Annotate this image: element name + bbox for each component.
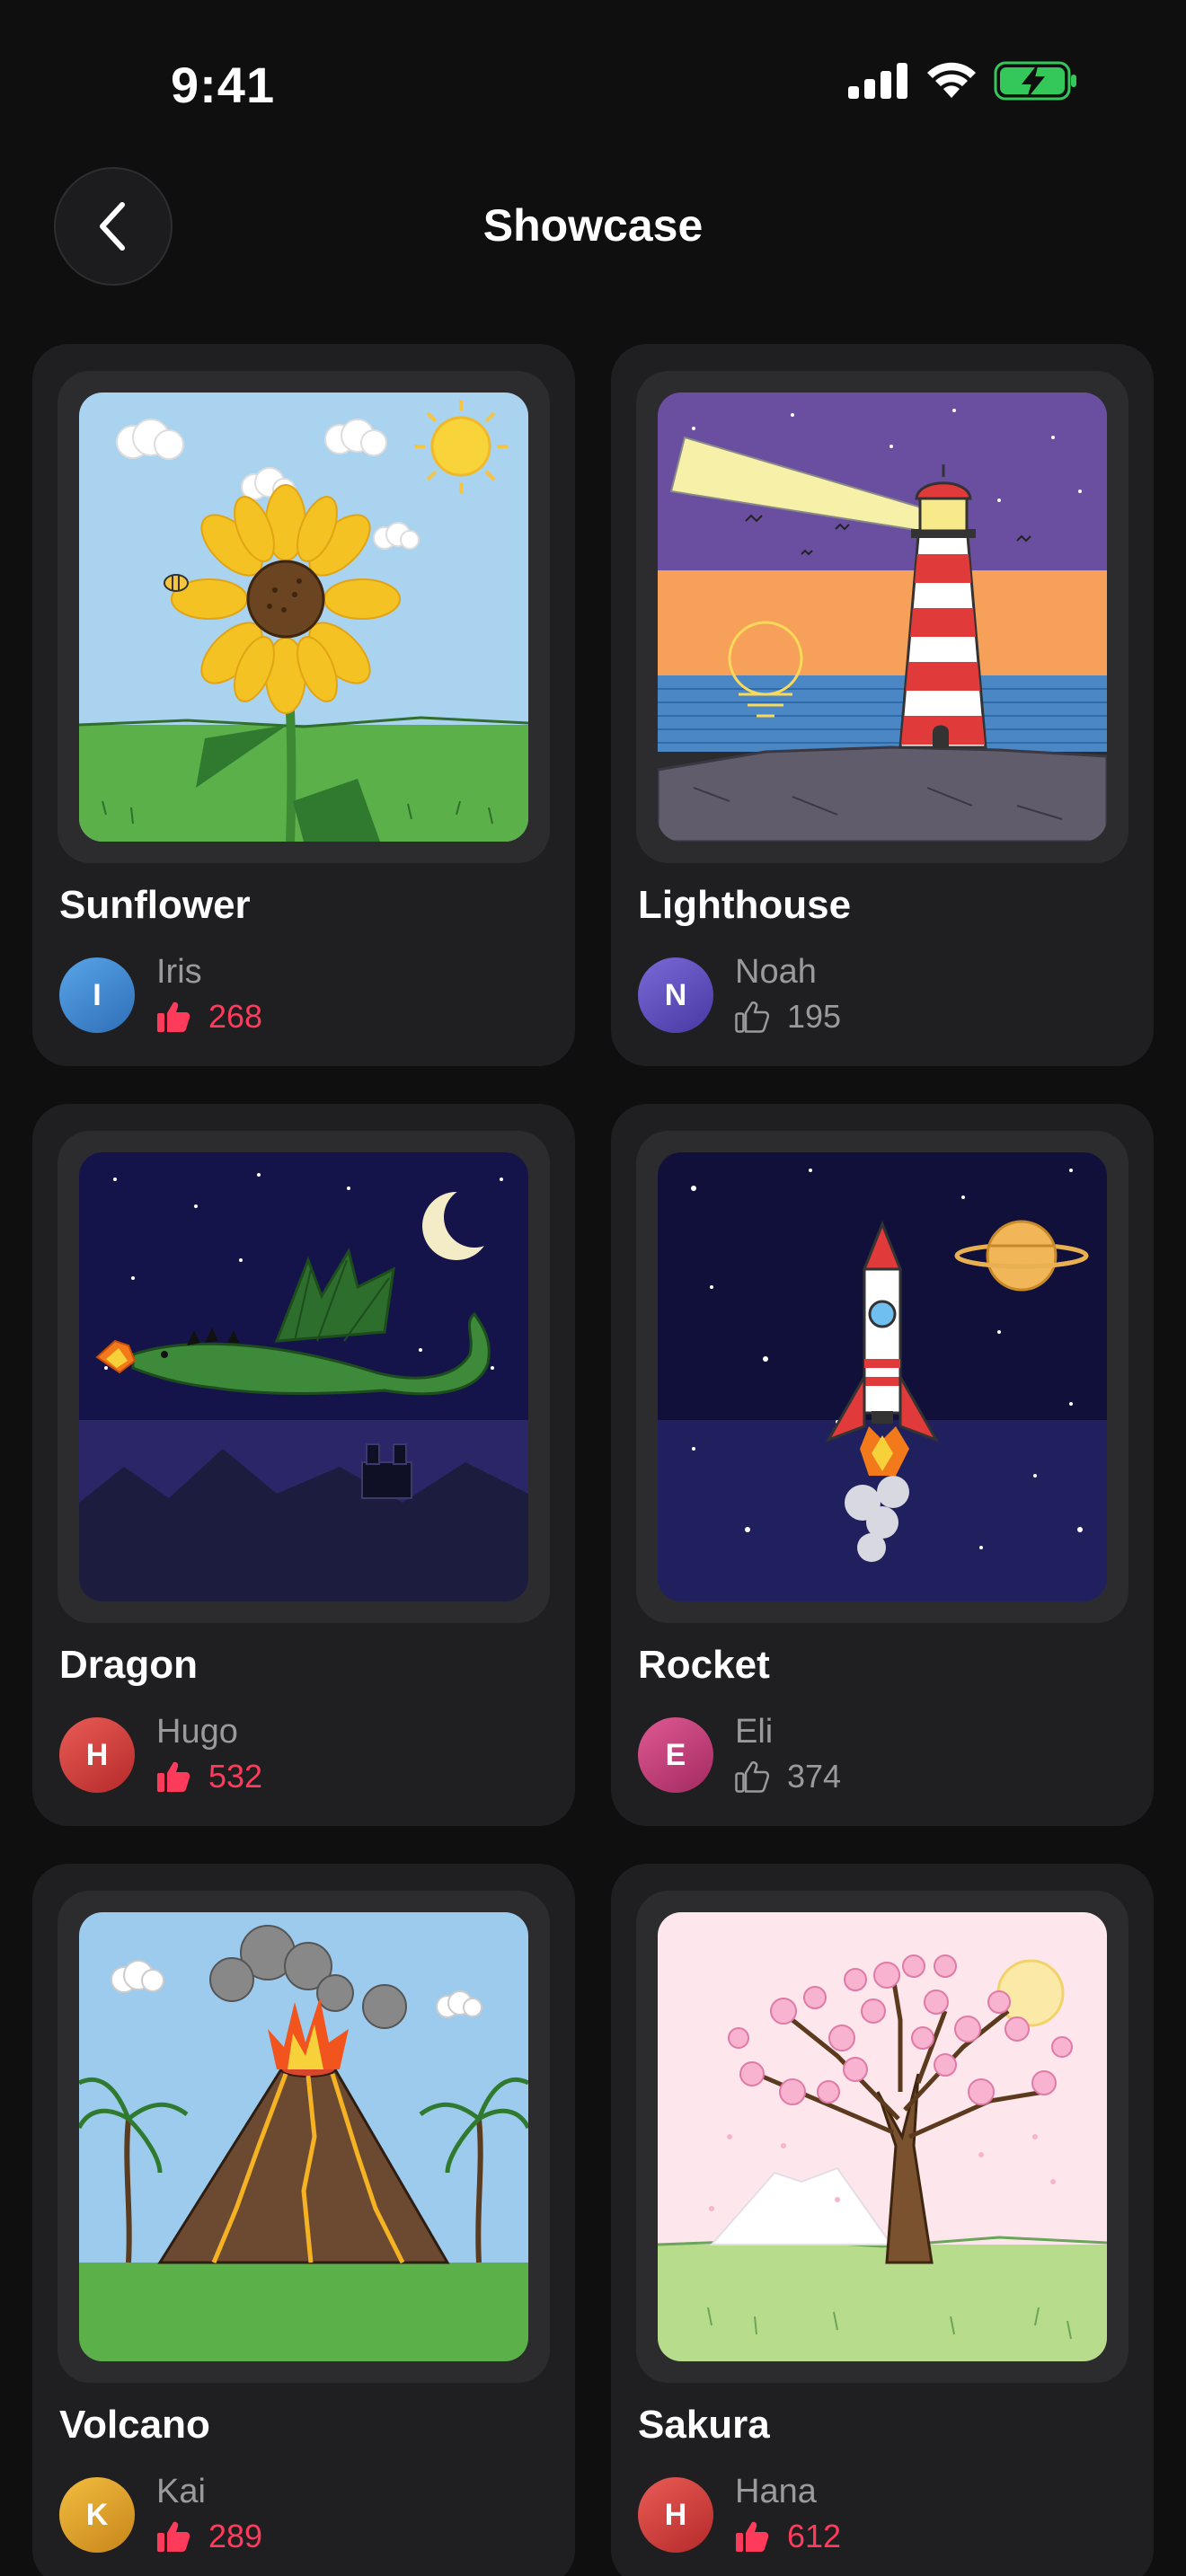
avatar[interactable]: K xyxy=(59,2477,135,2553)
avatar-initial: H xyxy=(85,1737,109,1772)
artwork-frame xyxy=(636,1131,1128,1623)
avatar-initial: H xyxy=(664,2497,687,2532)
like-count: 374 xyxy=(787,1758,842,1795)
artwork-title: Sunflower xyxy=(59,883,251,927)
author-name[interactable]: Hugo xyxy=(156,1713,238,1751)
thumbs-up-filled-icon xyxy=(736,2521,769,2552)
thumbs-up-filled-icon xyxy=(157,2521,190,2552)
like-button[interactable]: 612 xyxy=(735,2518,841,2555)
author-name[interactable]: Iris xyxy=(156,953,202,992)
artwork-title: Rocket xyxy=(638,1643,770,1687)
thumbs-up-outline-icon xyxy=(735,1001,769,1033)
author-name[interactable]: Kai xyxy=(156,2473,206,2511)
thumbs-up-filled-icon xyxy=(157,1761,190,1792)
author-name[interactable]: Eli xyxy=(735,1713,773,1751)
cellular-signal-icon xyxy=(848,63,907,99)
avatar-initial: I xyxy=(93,977,102,1012)
artwork-image-dragon[interactable] xyxy=(79,1152,528,1601)
artwork-frame xyxy=(58,371,550,863)
avatar-initial: K xyxy=(85,2497,109,2532)
like-count: 195 xyxy=(787,998,842,1035)
page-title: Showcase xyxy=(482,200,704,251)
artwork-image-sunflower[interactable] xyxy=(79,393,528,842)
avatar[interactable]: E xyxy=(638,1717,713,1793)
artwork-card-dragon[interactable]: Dragon H Hugo 532 xyxy=(32,1104,575,1826)
status-icons xyxy=(848,61,1078,101)
author-name[interactable]: Noah xyxy=(735,953,817,992)
thumbs-up-filled-icon xyxy=(157,1001,190,1032)
like-count: 289 xyxy=(208,2518,263,2554)
avatar[interactable]: H xyxy=(59,1717,135,1793)
navigation-bar: Showcase xyxy=(0,162,1186,287)
like-button[interactable]: 532 xyxy=(156,1758,262,1795)
artwork-card-sunflower[interactable]: Sunflower I Iris 268 xyxy=(32,344,575,1066)
like-count: 532 xyxy=(208,1758,263,1795)
like-button[interactable]: 374 xyxy=(735,1758,841,1795)
artwork-card-lighthouse[interactable]: Lighthouse N Noah 195 xyxy=(611,344,1154,1066)
avatar[interactable]: I xyxy=(59,957,135,1033)
artwork-card-sakura[interactable]: Sakura H Hana 612 xyxy=(611,1864,1154,2576)
artwork-title: Volcano xyxy=(59,2403,210,2447)
avatar-initial: N xyxy=(664,977,687,1012)
artwork-image-lighthouse[interactable] xyxy=(658,393,1107,842)
like-button[interactable]: 289 xyxy=(156,2518,262,2555)
artwork-image-volcano[interactable] xyxy=(79,1912,528,2361)
artwork-frame xyxy=(636,371,1128,863)
artwork-image-sakura[interactable] xyxy=(658,1912,1107,2361)
artwork-card-volcano[interactable]: Volcano K Kai 289 xyxy=(32,1864,575,2576)
artwork-title: Dragon xyxy=(59,1643,198,1687)
author-name[interactable]: Hana xyxy=(735,2473,817,2511)
like-button[interactable]: 195 xyxy=(735,998,841,1036)
artwork-frame xyxy=(58,1891,550,2383)
avatar[interactable]: H xyxy=(638,2477,713,2553)
artwork-frame xyxy=(58,1131,550,1623)
artwork-title: Lighthouse xyxy=(638,883,852,927)
avatar-initial: E xyxy=(665,1737,686,1772)
avatar[interactable]: N xyxy=(638,957,713,1033)
artwork-card-rocket[interactable]: Rocket E Eli 374 xyxy=(611,1104,1154,1826)
artwork-title: Sakura xyxy=(638,2403,770,2447)
like-count: 612 xyxy=(787,2518,842,2554)
artwork-frame xyxy=(636,1891,1128,2383)
thumbs-up-outline-icon xyxy=(735,1761,769,1793)
artwork-image-rocket[interactable] xyxy=(658,1152,1107,1601)
status-bar: 9:41 xyxy=(0,0,1186,162)
wifi-icon xyxy=(927,62,976,98)
battery-charging-icon xyxy=(994,61,1076,101)
like-button[interactable]: 268 xyxy=(156,998,262,1036)
like-count: 268 xyxy=(208,998,263,1035)
status-time: 9:41 xyxy=(171,57,276,113)
